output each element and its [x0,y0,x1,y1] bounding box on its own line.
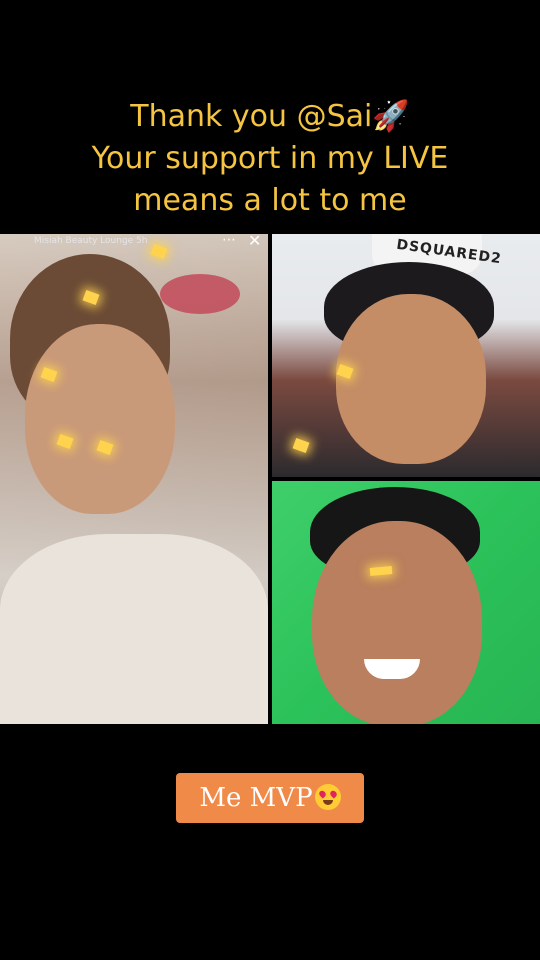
guest-video-tile-2[interactable] [272,481,540,724]
confetti-piece [292,437,310,454]
host-face [25,324,175,514]
caption-line-2: Your support in my LIVE [91,141,449,176]
guest2-face [312,521,482,724]
guest1-face [336,294,486,464]
mvp-badge-label: Me MVP [199,783,313,813]
host-robe [0,534,268,724]
caption-line-1: Thank you @Sai🚀 [130,99,410,134]
heart-eyes-emoji-icon [314,784,341,810]
guest-video-tile-1[interactable]: DSQUARED2 [272,234,540,477]
close-icon[interactable]: ✕ [248,234,261,250]
host-stream-title: Misiah Beauty Lounge 5h [34,236,148,246]
host-video-tile[interactable]: Misiah Beauty Lounge 5h ⋯ ✕ [0,234,268,724]
overlay-lips [160,274,240,314]
more-options-icon[interactable]: ⋯ [222,234,237,248]
caption-overlay: Thank you @Sai🚀 Your support in my LIVE … [0,96,540,222]
caption-line-3: means a lot to me [133,183,407,218]
mvp-badge: Me MVP [176,773,364,823]
live-multi-guest-grid: Misiah Beauty Lounge 5h ⋯ ✕ DSQUARED2 [0,234,540,724]
